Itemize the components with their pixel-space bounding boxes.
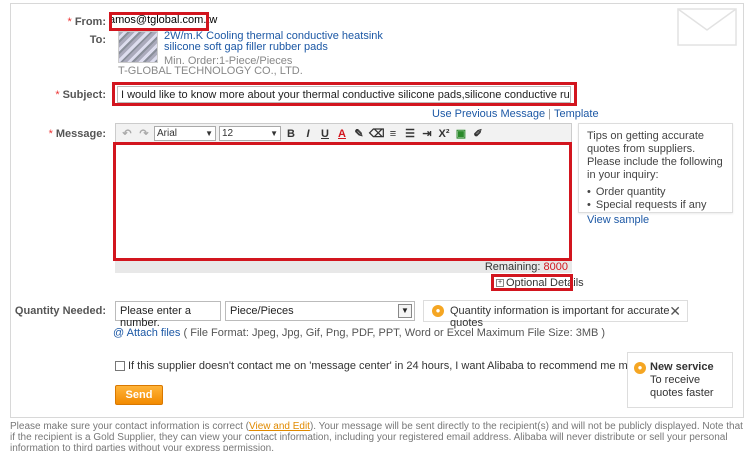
image-icon[interactable]: ▣ <box>454 127 468 141</box>
tips-intro: Tips on getting accurate quotes from sup… <box>587 130 723 181</box>
chevron-down-icon: ▼ <box>398 304 412 318</box>
attach-files-row: @ Attach files ( File Format: Jpeg, Jpg,… <box>113 327 605 339</box>
lightbulb-icon: ● <box>432 305 444 317</box>
bold-button[interactable]: B <box>284 127 298 141</box>
superscript-button[interactable]: X² <box>437 127 451 141</box>
remaining-counter: Remaining: 8000 <box>115 261 572 273</box>
tips-list: Order quantity Special requests if any <box>587 186 724 212</box>
message-highlight-box <box>113 142 572 261</box>
lightbulb-icon: ● <box>634 362 646 374</box>
chevron-down-icon: ▼ <box>205 129 213 138</box>
quantity-tip: ● Quantity information is important for … <box>423 300 688 329</box>
view-sample-link[interactable]: View sample <box>587 214 649 226</box>
new-service-panel: ● New service To receive quotes faster <box>627 352 733 408</box>
font-family-select[interactable]: Arial ▼ <box>154 126 216 141</box>
highlight-icon[interactable]: ✎ <box>352 127 366 141</box>
tips-item: Special requests if any <box>587 199 724 212</box>
envelope-icon <box>677 8 737 46</box>
eraser-icon[interactable]: ⌫ <box>369 127 385 141</box>
subject-links: Use Previous Message | Template <box>432 108 599 120</box>
quote-tips-panel: Tips on getting accurate quotes from sup… <box>578 123 733 226</box>
view-and-edit-link[interactable]: View and Edit <box>249 421 310 432</box>
recipient-product: 2W/m.K Cooling thermal conductive heatsi… <box>118 31 518 77</box>
quantity-label: Quantity Needed: <box>14 305 106 317</box>
message-label: * Message: <box>48 128 106 140</box>
font-size-select[interactable]: 12 ▼ <box>219 126 281 141</box>
use-previous-message-link[interactable]: Use Previous Message <box>432 108 545 120</box>
optional-details-highlight-box <box>491 274 573 291</box>
attach-note: ( File Format: Jpeg, Jpg, Gif, Png, PDF,… <box>183 327 606 339</box>
from-highlight-box <box>109 12 209 31</box>
chevron-down-icon: ▼ <box>270 129 278 138</box>
new-service-body: To receive quotes faster <box>650 374 714 399</box>
recommend-checkbox[interactable] <box>115 361 125 371</box>
indent-icon[interactable]: ⇥ <box>420 127 434 141</box>
new-service-title: New service <box>650 361 714 373</box>
quantity-input[interactable]: Please enter a number. <box>115 301 221 329</box>
privacy-footer: Please make sure your contact informatio… <box>10 421 743 451</box>
close-icon[interactable]: ✕ <box>669 303 681 320</box>
paperclip-icon: @ <box>113 327 125 339</box>
to-label: To: <box>89 34 106 46</box>
template-link[interactable]: Template <box>554 108 599 120</box>
send-button[interactable]: Send <box>115 385 163 405</box>
product-title[interactable]: 2W/m.K Cooling thermal conductive heatsi… <box>164 31 383 53</box>
italic-button[interactable]: I <box>301 127 315 141</box>
align-icon[interactable]: ≡ <box>386 127 400 141</box>
product-thumbnail[interactable] <box>118 31 158 63</box>
from-label: * From: <box>67 16 106 28</box>
redo-icon[interactable]: ↷ <box>137 127 151 141</box>
supplier-company: T-GLOBAL TECHNOLOGY CO., LTD. <box>118 65 303 77</box>
edit-source-icon[interactable]: ✐ <box>471 127 485 141</box>
product-title-line2[interactable]: silicone soft gap filler rubber pads <box>164 41 328 53</box>
tips-item: Order quantity <box>587 186 724 199</box>
undo-icon[interactable]: ↶ <box>120 127 134 141</box>
subject-highlight-box <box>112 82 577 106</box>
subject-label: * Subject: <box>55 89 106 101</box>
bullet-list-icon[interactable]: ☰ <box>403 127 417 141</box>
editor-toolbar: ↶ ↷ Arial ▼ 12 ▼ B I U A ✎ ⌫ ≡ ☰ ⇥ X² ▣ ✐ <box>115 123 572 144</box>
underline-button[interactable]: U <box>318 127 332 141</box>
unit-select[interactable]: Piece/Pieces ▼ <box>225 301 415 321</box>
text-color-button[interactable]: A <box>335 127 349 141</box>
attach-files-link[interactable]: Attach files <box>127 327 181 339</box>
